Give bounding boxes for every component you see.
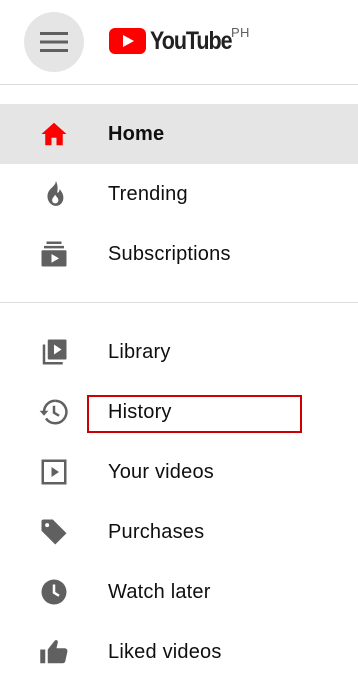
guide-item-purchases[interactable]: Purchases xyxy=(0,502,358,562)
hamburger-menu-button[interactable] xyxy=(24,12,84,72)
flame-icon xyxy=(38,178,70,210)
guide-item-your-videos[interactable]: Your videos xyxy=(0,442,358,502)
guide-item-label: Trending xyxy=(108,182,188,205)
sidebar-guide: YouTube PH Home Trending Subscriptions L… xyxy=(0,0,358,693)
guide-item-label: History xyxy=(108,400,172,423)
guide-item-library[interactable]: Library xyxy=(0,322,358,382)
guide-header: YouTube PH xyxy=(0,0,358,84)
youtube-logo[interactable]: YouTube xyxy=(109,26,245,56)
guide-item-label: Your videos xyxy=(108,460,214,483)
divider xyxy=(0,302,358,303)
thumbs-up-icon xyxy=(38,636,70,668)
guide-item-watch-later[interactable]: Watch later xyxy=(0,562,358,622)
clock-icon xyxy=(38,576,70,608)
guide-item-history[interactable]: History xyxy=(0,382,358,442)
logo-wordmark: YouTube xyxy=(150,27,233,55)
home-icon xyxy=(38,118,70,150)
youtube-play-logo-icon xyxy=(109,28,146,54)
guide-item-label: Library xyxy=(108,340,171,363)
divider xyxy=(0,84,358,85)
guide-item-label: Watch later xyxy=(108,580,211,603)
guide-item-label: Home xyxy=(108,122,165,145)
guide-item-home[interactable]: Home xyxy=(0,104,358,164)
guide-item-label: Liked videos xyxy=(108,640,222,663)
subscriptions-icon xyxy=(38,238,70,270)
guide-item-label: Purchases xyxy=(108,520,205,543)
guide-item-liked-videos[interactable]: Liked videos xyxy=(0,622,358,682)
play-square-icon xyxy=(38,456,70,488)
history-icon xyxy=(38,396,70,428)
country-code: PH xyxy=(231,25,250,40)
library-icon xyxy=(38,336,70,368)
guide-item-label: Subscriptions xyxy=(108,242,231,265)
tag-icon xyxy=(38,516,70,548)
guide-item-trending[interactable]: Trending xyxy=(0,164,358,224)
guide-item-subscriptions[interactable]: Subscriptions xyxy=(0,224,358,284)
hamburger-menu-icon xyxy=(40,32,68,52)
